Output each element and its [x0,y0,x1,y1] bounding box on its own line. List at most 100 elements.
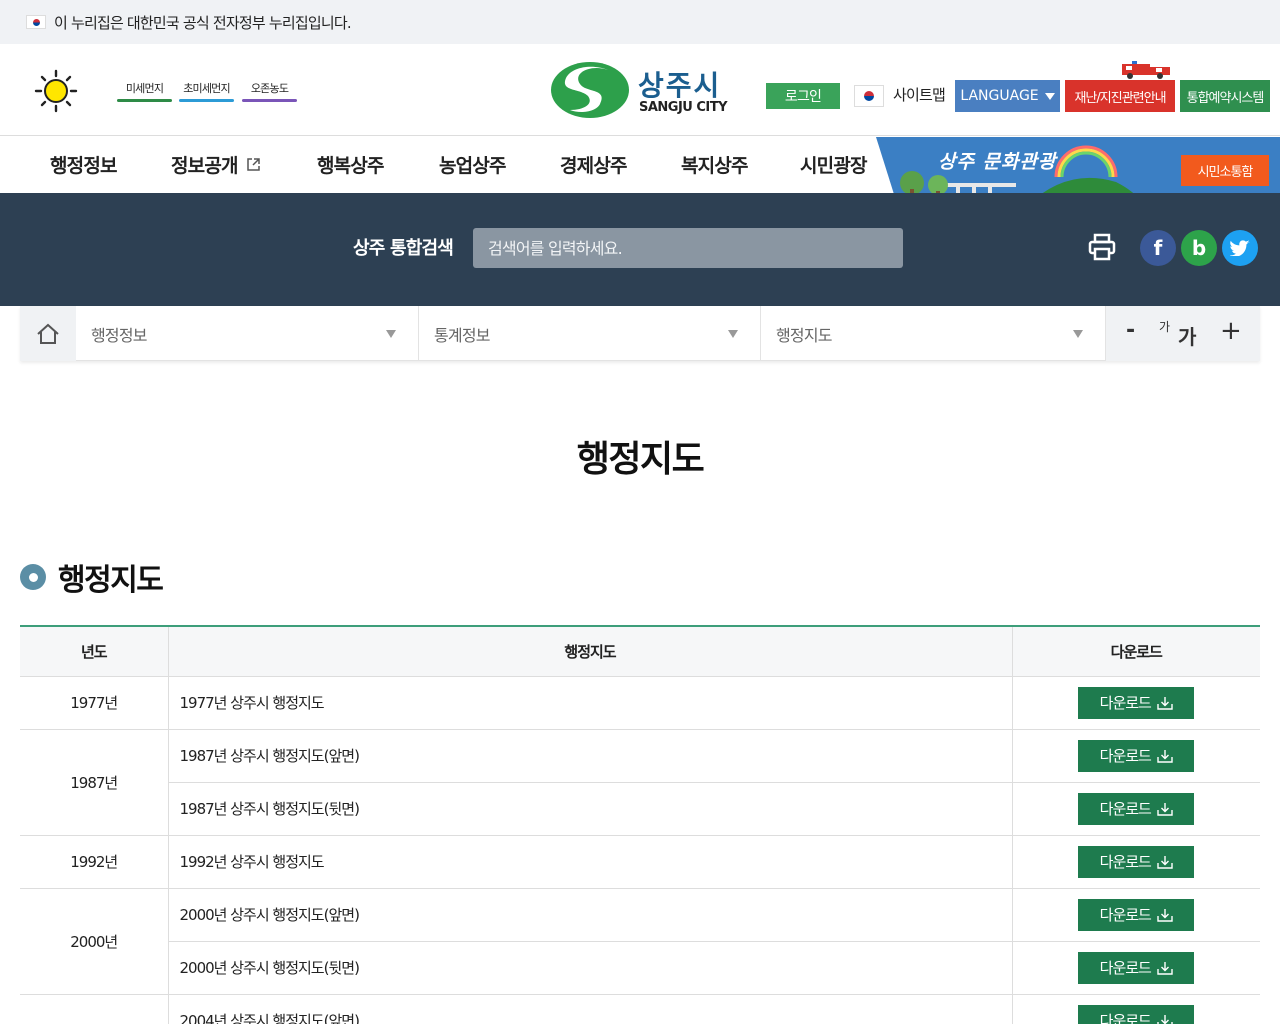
twitter-bird-icon [1230,240,1250,256]
reservation-system-button[interactable]: 통합예약시스템 [1180,80,1270,112]
sitemap-link[interactable]: 사이트맵 [893,84,946,105]
table-row: 1992년 1992년 상주시 행정지도 다운로드 [20,835,1260,889]
year-cell: 1987년 [20,729,168,836]
download-icon [1157,802,1173,816]
download-label: 다운로드 [1099,959,1152,977]
breadcrumb-level2-label: 통계정보 [434,325,490,345]
table-row: 1987년 상주시 행정지도(뒷면) 다운로드 [20,782,1260,836]
print-icon[interactable] [1086,231,1118,263]
admin-map-table: 년도 행정지도 다운로드 1977년 1977년 상주시 행정지도 다운로드 1… [20,625,1260,1024]
nav-label: 행복상주 [317,155,385,177]
column-header-year: 년도 [20,626,168,677]
map-name-cell: 1992년 상주시 행정지도 [167,835,1012,889]
fire-truck-icon [1122,61,1170,79]
ultrafine-dust-indicator[interactable]: 초미세먼지 [179,80,234,102]
fine-dust-indicator[interactable]: 미세먼지 [117,80,172,102]
ozone-indicator[interactable]: 오존농도 [242,80,297,102]
download-button[interactable]: 다운로드 [1078,739,1195,772]
sangju-logo-mark-icon [551,62,629,118]
site-header: 미세먼지 초미세먼지 오존농도 상주시 SANGJU CITY 로그인 사이트맵… [0,44,1280,136]
dropdown-arrow-icon [728,330,738,338]
login-button[interactable]: 로그인 [766,83,840,109]
font-size-control: - 가 가 + [1106,306,1260,361]
dropdown-arrow-icon [1073,330,1083,338]
nav-item-agriculture[interactable]: 농업상주 [439,151,507,178]
fine-dust-label: 미세먼지 [125,82,164,95]
twitter-share-icon[interactable] [1222,230,1258,266]
home-button[interactable] [20,306,76,361]
gov-banner: 이 누리집은 대한민국 공식 전자정부 누리집입니다. [0,0,1280,44]
blog-share-icon[interactable]: b [1181,230,1217,266]
map-name-cell: 1987년 상주시 행정지도(뒷면) [167,782,1012,836]
ozone-bar [242,99,297,102]
search-band: 상주 통합검색 f b [0,193,1280,306]
nav-item-economy[interactable]: 경제상주 [560,151,628,178]
map-name-cell: 2004년 상주시 행정지도(앞면) [167,994,1012,1024]
language-select[interactable]: LANGUAGE [955,80,1060,112]
year-cell [20,994,168,1024]
year-cell: 1992년 [20,835,168,889]
font-increase-button[interactable]: + [1220,316,1242,346]
dropdown-arrow-icon [1044,92,1055,100]
breadcrumb-level1-label: 행정정보 [91,325,147,345]
download-icon [1157,1014,1173,1024]
download-button[interactable]: 다운로드 [1078,951,1195,984]
map-name-cell: 1977년 상주시 행정지도 [167,676,1012,730]
download-icon [1157,961,1173,975]
disaster-info-button[interactable]: 재난/지진관련안내 [1065,80,1175,112]
search-input[interactable] [473,228,903,268]
table-row: 2000년 상주시 행정지도(뒷면) 다운로드 [20,941,1260,995]
table-row: 2004년 상주시 행정지도(앞면) 다운로드 [20,994,1260,1024]
nav-item-welfare[interactable]: 복지상주 [681,151,749,178]
nav-item-info-disclosure[interactable]: 정보공개 [171,151,261,178]
citizen-communication-button[interactable]: 시민소통함 [1181,155,1269,186]
nav-item-happy-sangju[interactable]: 행복상주 [317,151,385,178]
korea-flag-icon [26,15,46,29]
map-name-cell: 2000년 상주시 행정지도(뒷면) [167,941,1012,995]
korea-flag-icon [854,85,884,107]
download-icon [1157,908,1173,922]
download-label: 다운로드 [1099,853,1152,871]
nav-label: 정보공개 [171,155,239,177]
download-label: 다운로드 [1099,747,1152,765]
logo-english-text: SANGJU CITY [639,100,728,115]
dropdown-arrow-icon [386,330,396,338]
download-button[interactable]: 다운로드 [1078,792,1195,825]
breadcrumb-level3-select[interactable]: 행정지도 [761,306,1106,361]
ozone-label: 오존농도 [250,82,289,95]
breadcrumb-level2-select[interactable]: 통계정보 [419,306,761,361]
nav-item-citizen-square[interactable]: 시민광장 [800,151,868,178]
font-small-sample: 가 [1159,320,1171,334]
font-large-sample: 가 [1178,325,1197,349]
page-title: 행정지도 [576,439,705,480]
table-row: 1977년 1977년 상주시 행정지도 다운로드 [20,676,1260,730]
culture-banner-title: 상주 문화관광 [938,151,1057,173]
integrated-search-label: 상주 통합검색 [353,238,454,259]
download-icon [1157,855,1173,869]
table-header-row: 년도 행정지도 다운로드 [20,626,1260,677]
home-icon [37,323,59,344]
nav-label: 농업상주 [439,155,507,177]
breadcrumb-level1-select[interactable]: 행정정보 [76,306,419,361]
nav-label: 행정정보 [50,155,118,177]
download-icon [1157,696,1173,710]
font-decrease-button[interactable]: - [1126,318,1135,343]
nav-item-admin-info[interactable]: 행정정보 [50,151,118,178]
breadcrumb: 행정정보 통계정보 행정지도 - 가 가 + [20,306,1260,361]
ultrafine-dust-bar [179,99,234,102]
facebook-share-icon[interactable]: f [1140,230,1176,266]
ultrafine-dust-label: 초미세먼지 [183,82,230,95]
download-button[interactable]: 다운로드 [1078,1004,1195,1024]
download-button[interactable]: 다운로드 [1078,898,1195,931]
year-cell: 2000년 [20,888,168,995]
download-button[interactable]: 다운로드 [1078,845,1195,878]
nav-label: 시민광장 [800,155,868,177]
download-label: 다운로드 [1099,694,1152,712]
external-link-icon [246,158,260,171]
download-label: 다운로드 [1099,800,1152,818]
main-nav: 행정정보 정보공개 행복상주 농업상주 경제상주 복지상주 시민광장 상주 문화… [0,137,1280,207]
nav-label: 복지상주 [681,155,749,177]
gov-banner-text: 이 누리집은 대한민국 공식 전자정부 누리집입니다. [54,13,352,32]
sangju-city-logo[interactable]: 상주시 SANGJU CITY [550,60,730,120]
download-button[interactable]: 다운로드 [1078,686,1195,719]
